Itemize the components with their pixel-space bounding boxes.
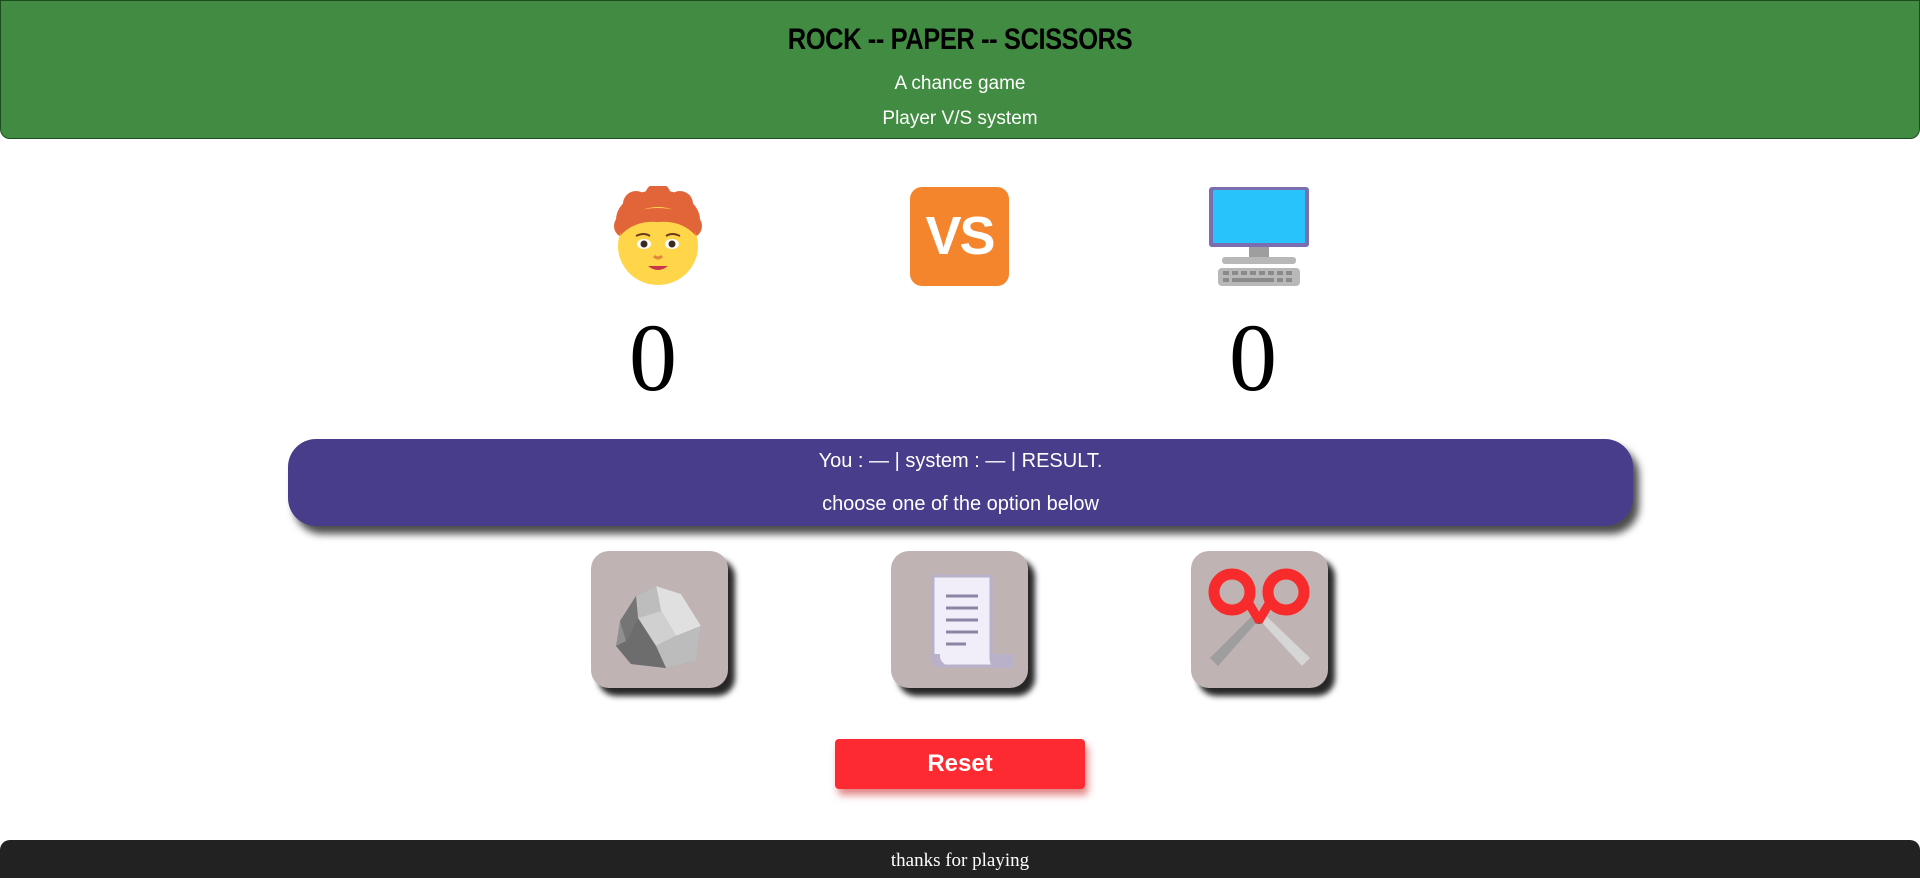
page-title: ROCK -- PAPER -- SCISSORS [787,23,1133,56]
result-message-box: You : — | system : — | RESULT. choose on… [288,439,1633,526]
person-face-icon [612,183,704,286]
paper-choice-button[interactable] [891,551,1028,688]
subtitle-matchup: Player V/S system [882,108,1038,129]
vs-icon: VS [910,187,1009,286]
scissors-icon [1208,568,1310,666]
player-score: 0 [629,304,677,411]
paper-scroll-icon [931,574,1013,668]
subtitle: A chance game [894,73,1026,94]
computer-icon [1208,186,1310,289]
rock-icon [616,586,701,668]
system-score: 0 [1229,304,1277,411]
reset-button[interactable]: Reset [835,739,1085,789]
instruction-text: choose one of the option below [822,493,1099,515]
rock-choice-button[interactable] [591,551,728,688]
result-text: You : — | system : — | RESULT. [818,450,1103,472]
scissors-choice-button[interactable] [1191,551,1328,688]
footer: thanks for playing [0,840,1920,878]
header: ROCK -- PAPER -- SCISSORS A chance game … [0,0,1920,139]
